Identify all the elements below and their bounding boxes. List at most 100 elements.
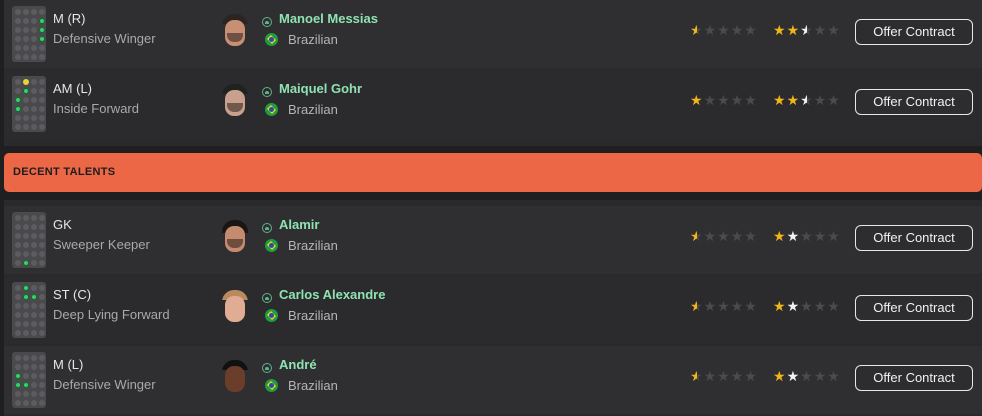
pitch-dot bbox=[15, 312, 21, 318]
pitch-dot bbox=[31, 321, 37, 327]
pitch-position-icon bbox=[12, 282, 46, 338]
pitch-dot bbox=[39, 242, 45, 248]
pitch-dot bbox=[31, 303, 37, 309]
pitch-dot bbox=[23, 27, 29, 33]
player-nationality: Brazilian bbox=[288, 238, 338, 253]
pitch-dot bbox=[23, 242, 29, 248]
player-name-link[interactable]: Alamir bbox=[279, 217, 319, 232]
pitch-dot bbox=[15, 88, 21, 94]
player-name-link[interactable]: André bbox=[279, 357, 317, 372]
potential-ability-stars: ★★★★★ bbox=[773, 368, 841, 384]
pitch-dot bbox=[31, 312, 37, 318]
agent-icon bbox=[262, 223, 272, 233]
player-avatar bbox=[222, 14, 248, 48]
player-name-link[interactable]: Carlos Alexandre bbox=[279, 287, 385, 302]
player-role: Inside Forward bbox=[53, 101, 139, 116]
pitch-dot bbox=[39, 18, 45, 24]
pitch-dot bbox=[23, 312, 29, 318]
pitch-dot bbox=[23, 355, 29, 361]
pitch-dot bbox=[31, 45, 37, 51]
offer-contract-button[interactable]: Offer Contract bbox=[855, 295, 973, 321]
player-role: Defensive Winger bbox=[53, 377, 156, 392]
pitch-dot bbox=[39, 330, 45, 336]
pitch-dot bbox=[39, 285, 45, 291]
pitch-dot bbox=[15, 355, 21, 361]
pitch-dot bbox=[23, 285, 29, 291]
player-row[interactable]: GK Sweeper Keeper Alamir Brazilian ★★★★★… bbox=[4, 206, 982, 274]
pitch-dot bbox=[39, 54, 45, 60]
brazil-flag-icon bbox=[265, 379, 278, 392]
offer-contract-button[interactable]: Offer Contract bbox=[855, 89, 973, 115]
player-position: GK bbox=[53, 217, 72, 232]
pitch-dot bbox=[23, 9, 29, 15]
player-avatar bbox=[222, 360, 248, 394]
player-row[interactable]: M (R) Defensive Winger Manoel Messias Br… bbox=[4, 0, 982, 68]
player-name-link[interactable]: Manoel Messias bbox=[279, 11, 378, 26]
offer-contract-button[interactable]: Offer Contract bbox=[855, 365, 973, 391]
pitch-dot bbox=[31, 79, 37, 85]
pitch-dot bbox=[39, 215, 45, 221]
pitch-dot bbox=[39, 27, 45, 33]
pitch-dot bbox=[15, 124, 21, 130]
agent-icon bbox=[262, 293, 272, 303]
pitch-dot bbox=[39, 364, 45, 370]
player-position: AM (L) bbox=[53, 81, 92, 96]
pitch-dot bbox=[31, 97, 37, 103]
pitch-dot bbox=[15, 294, 21, 300]
pitch-dot bbox=[31, 382, 37, 388]
pitch-dot bbox=[15, 27, 21, 33]
brazil-flag-icon bbox=[265, 239, 278, 252]
pitch-dot bbox=[39, 355, 45, 361]
pitch-dot bbox=[39, 303, 45, 309]
pitch-dot bbox=[39, 124, 45, 130]
pitch-dot bbox=[39, 115, 45, 121]
pitch-dot bbox=[15, 224, 21, 230]
pitch-dot bbox=[31, 215, 37, 221]
pitch-dot bbox=[15, 45, 21, 51]
pitch-dot bbox=[31, 400, 37, 406]
player-row[interactable]: ST (C) Deep Lying Forward Carlos Alexand… bbox=[4, 276, 982, 344]
pitch-dot bbox=[39, 400, 45, 406]
pitch-dot bbox=[31, 330, 37, 336]
pitch-dot bbox=[31, 233, 37, 239]
pitch-dot bbox=[31, 106, 37, 112]
pitch-dot bbox=[15, 303, 21, 309]
brazil-flag-icon bbox=[265, 33, 278, 46]
pitch-dot bbox=[39, 9, 45, 15]
pitch-dot bbox=[15, 9, 21, 15]
potential-ability-stars: ★★★★★ bbox=[773, 22, 841, 38]
current-ability-stars: ★★★★★ bbox=[690, 22, 758, 38]
player-nationality: Brazilian bbox=[288, 32, 338, 47]
player-role: Defensive Winger bbox=[53, 31, 156, 46]
pitch-dot bbox=[15, 18, 21, 24]
pitch-dot bbox=[15, 330, 21, 336]
pitch-dot bbox=[31, 9, 37, 15]
pitch-dot bbox=[39, 79, 45, 85]
pitch-dot bbox=[23, 88, 29, 94]
pitch-dot bbox=[31, 88, 37, 94]
pitch-dot bbox=[15, 54, 21, 60]
pitch-dot bbox=[31, 242, 37, 248]
player-name-link[interactable]: Maiquel Gohr bbox=[279, 81, 362, 96]
offer-contract-button[interactable]: Offer Contract bbox=[855, 19, 973, 45]
pitch-dot bbox=[31, 355, 37, 361]
player-row[interactable]: AM (L) Inside Forward Maiquel Gohr Brazi… bbox=[4, 70, 982, 138]
pitch-dot bbox=[31, 224, 37, 230]
agent-icon bbox=[262, 17, 272, 27]
pitch-dot bbox=[39, 391, 45, 397]
player-position: M (L) bbox=[53, 357, 84, 372]
pitch-dot bbox=[23, 18, 29, 24]
pitch-dot bbox=[31, 251, 37, 257]
pitch-dot bbox=[23, 233, 29, 239]
pitch-dot bbox=[15, 364, 21, 370]
pitch-position-icon bbox=[12, 212, 46, 268]
brazil-flag-icon bbox=[265, 309, 278, 322]
current-ability-stars: ★★★★★ bbox=[690, 228, 758, 244]
pitch-dot bbox=[31, 124, 37, 130]
current-ability-stars: ★★★★★ bbox=[690, 298, 758, 314]
offer-contract-button[interactable]: Offer Contract bbox=[855, 225, 973, 251]
player-nationality: Brazilian bbox=[288, 308, 338, 323]
player-row[interactable]: M (L) Defensive Winger André Brazilian ★… bbox=[4, 346, 982, 414]
pitch-dot bbox=[23, 303, 29, 309]
player-role: Deep Lying Forward bbox=[53, 307, 170, 322]
